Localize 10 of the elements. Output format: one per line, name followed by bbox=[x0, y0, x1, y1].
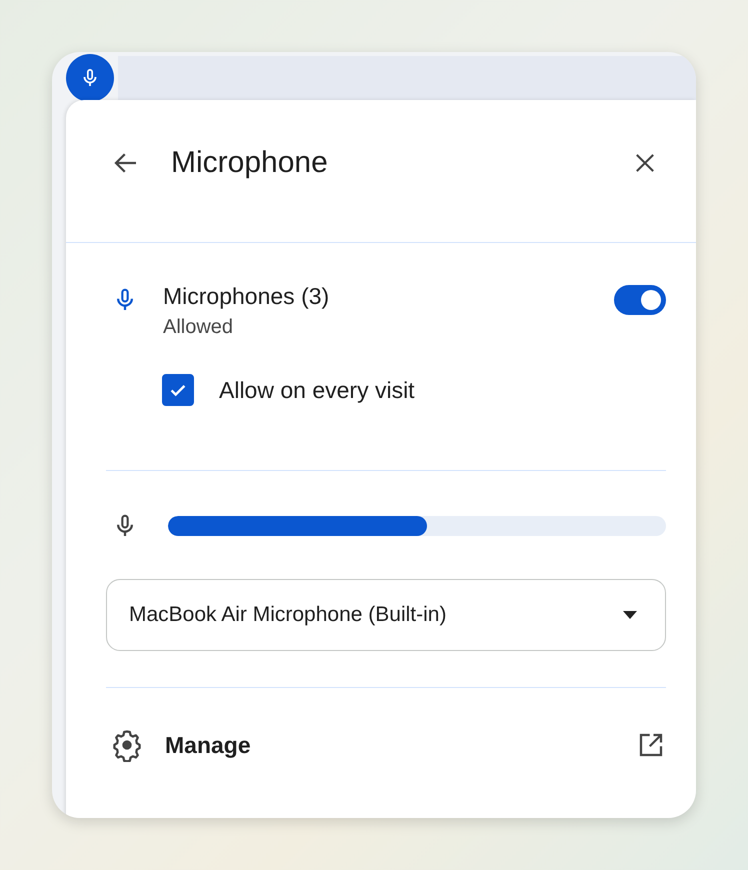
microphone-button[interactable] bbox=[66, 54, 114, 102]
manage-link[interactable]: Manage bbox=[165, 732, 636, 758]
permission-status: Allowed bbox=[163, 316, 234, 339]
remember-checkbox[interactable] bbox=[162, 374, 194, 406]
device-dropdown[interactable]: MacBook Air Microphone (Built-in) bbox=[106, 579, 666, 651]
permission-toggle[interactable] bbox=[614, 285, 666, 315]
remember-label: Allow on every visit bbox=[219, 376, 415, 404]
permission-label: Microphones (3) bbox=[163, 283, 330, 310]
panel-title: Microphone bbox=[171, 146, 329, 180]
dropdown-caret-icon bbox=[623, 611, 637, 619]
